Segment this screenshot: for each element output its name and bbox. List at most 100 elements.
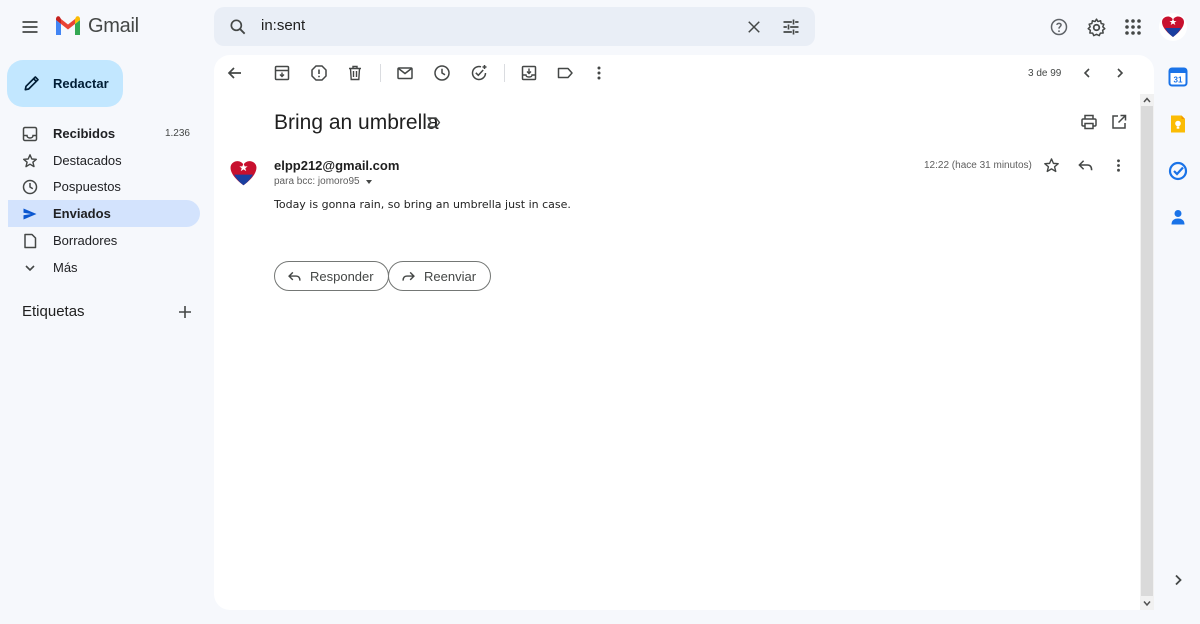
arrow-back-icon (227, 67, 241, 79)
archive-icon (274, 65, 290, 81)
plus-icon (179, 306, 191, 318)
sender-avatar[interactable] (227, 157, 260, 190)
move-to-button[interactable] (520, 64, 538, 82)
tasks-icon (1168, 161, 1188, 181)
print-all-button[interactable] (1080, 113, 1098, 131)
clock-icon (434, 65, 450, 81)
forward-pill-button[interactable]: Reenviar (388, 261, 492, 291)
back-button[interactable] (226, 64, 244, 82)
main-menu-button[interactable] (12, 10, 48, 44)
mail-icon (397, 67, 413, 80)
compose-button[interactable]: Redactar (7, 60, 123, 107)
delete-button[interactable] (346, 64, 364, 82)
newer-button[interactable] (1078, 64, 1096, 82)
inbox-icon (22, 126, 38, 142)
more-options-button[interactable] (590, 64, 608, 82)
apps-grid-icon (1125, 19, 1141, 35)
tune-icon (783, 19, 799, 35)
message-subject: Bring an umbrella (274, 111, 439, 134)
report-icon (311, 65, 327, 81)
sidebar-item-snoozed[interactable]: Pospuestos (8, 173, 200, 200)
settings-button[interactable] (1084, 15, 1108, 39)
sidebar-item-label: Destacados (53, 153, 122, 168)
search-icon (230, 19, 246, 35)
search-input[interactable] (261, 17, 721, 34)
message-more-button[interactable] (1110, 157, 1127, 174)
reply-button[interactable] (1077, 157, 1094, 174)
heart-flag-avatar-icon (1159, 13, 1187, 41)
chevron-down-icon (1143, 601, 1151, 607)
chevron-up-icon (1143, 97, 1151, 103)
reply-label: Responder (310, 268, 374, 284)
add-to-tasks-button[interactable] (470, 64, 488, 82)
clear-search-button[interactable] (742, 15, 766, 39)
message-view-card (214, 55, 1154, 610)
keep-icon (1171, 115, 1185, 133)
sidebar-item-sent[interactable]: Enviados (8, 200, 200, 227)
star-message-button[interactable] (1043, 157, 1060, 174)
sidebar-item-label: Enviados (53, 206, 111, 221)
sidebar-item-label: Recibidos (53, 126, 116, 141)
google-apps-button[interactable] (1121, 15, 1145, 39)
search-bar[interactable] (214, 7, 815, 46)
scroll-down-button[interactable] (1142, 598, 1152, 608)
create-label-button[interactable] (176, 303, 194, 321)
sender-email: elpp212@gmail.com (274, 158, 400, 173)
side-panel-tasks[interactable] (1168, 161, 1188, 181)
compose-label: Redactar (53, 76, 109, 91)
message-body: Today is gonna rain, so bring an umbrell… (274, 198, 571, 211)
labels-heading: Etiquetas (22, 303, 85, 320)
recipients-text: para bcc: jomoro95 (274, 176, 360, 187)
send-icon (23, 208, 37, 220)
trash-icon (349, 65, 361, 81)
sidebar-item-label: Pospuestos (53, 179, 121, 194)
clock-icon (22, 179, 38, 195)
side-panel-keep[interactable] (1168, 114, 1188, 134)
help-icon (1050, 18, 1068, 36)
sidebar-item-more[interactable]: Más (8, 254, 200, 281)
labels-button[interactable] (556, 64, 574, 82)
side-panel-calendar[interactable]: 31 (1168, 67, 1188, 87)
calendar-icon: 31 (1168, 67, 1188, 87)
older-button[interactable] (1111, 64, 1129, 82)
show-details-button[interactable] (364, 177, 374, 187)
search-options-button[interactable] (779, 15, 803, 39)
account-avatar[interactable] (1159, 13, 1187, 41)
forward-icon (402, 271, 415, 281)
label-outline-icon (427, 117, 441, 128)
archive-button[interactable] (273, 64, 291, 82)
show-side-panel-button[interactable] (1170, 572, 1186, 588)
sidebar-item-label: Borradores (53, 233, 118, 248)
reply-icon (288, 271, 301, 281)
sidebar-item-drafts[interactable]: Borradores (8, 227, 200, 254)
open-in-new-window-button[interactable] (1110, 113, 1128, 131)
svg-text:31: 31 (1174, 76, 1183, 85)
message-timestamp: 12:22 (hace 31 minutos) (924, 160, 1032, 171)
more-vert-icon (597, 66, 601, 80)
side-panel-contacts[interactable] (1168, 207, 1188, 227)
chevron-down-icon (25, 265, 35, 272)
app-name: Gmail (88, 15, 139, 37)
close-icon (748, 21, 760, 33)
sidebar-item-inbox[interactable]: Recibidos 1.236 (8, 120, 200, 147)
scrollbar-thumb[interactable] (1141, 106, 1153, 596)
mark-unread-button[interactable] (396, 64, 414, 82)
toolbar-divider (380, 64, 381, 82)
gmail-logo[interactable]: Gmail (54, 15, 139, 38)
toolbar-divider (504, 64, 505, 82)
search-button[interactable] (226, 15, 250, 39)
report-spam-button[interactable] (310, 64, 328, 82)
star-icon (23, 154, 37, 168)
snooze-button[interactable] (433, 64, 451, 82)
gmail-m-icon (56, 16, 80, 35)
sidebar-item-starred[interactable]: Destacados (8, 147, 200, 174)
open-in-new-icon (1112, 114, 1127, 129)
reply-pill-button[interactable]: Responder (274, 261, 389, 291)
label-icon (557, 67, 573, 79)
scroll-up-button[interactable] (1142, 95, 1152, 105)
support-button[interactable] (1047, 15, 1071, 39)
printer-icon (1081, 114, 1097, 130)
more-vert-icon (1117, 159, 1120, 172)
importance-marker[interactable] (426, 115, 441, 130)
star-icon (1044, 158, 1059, 173)
